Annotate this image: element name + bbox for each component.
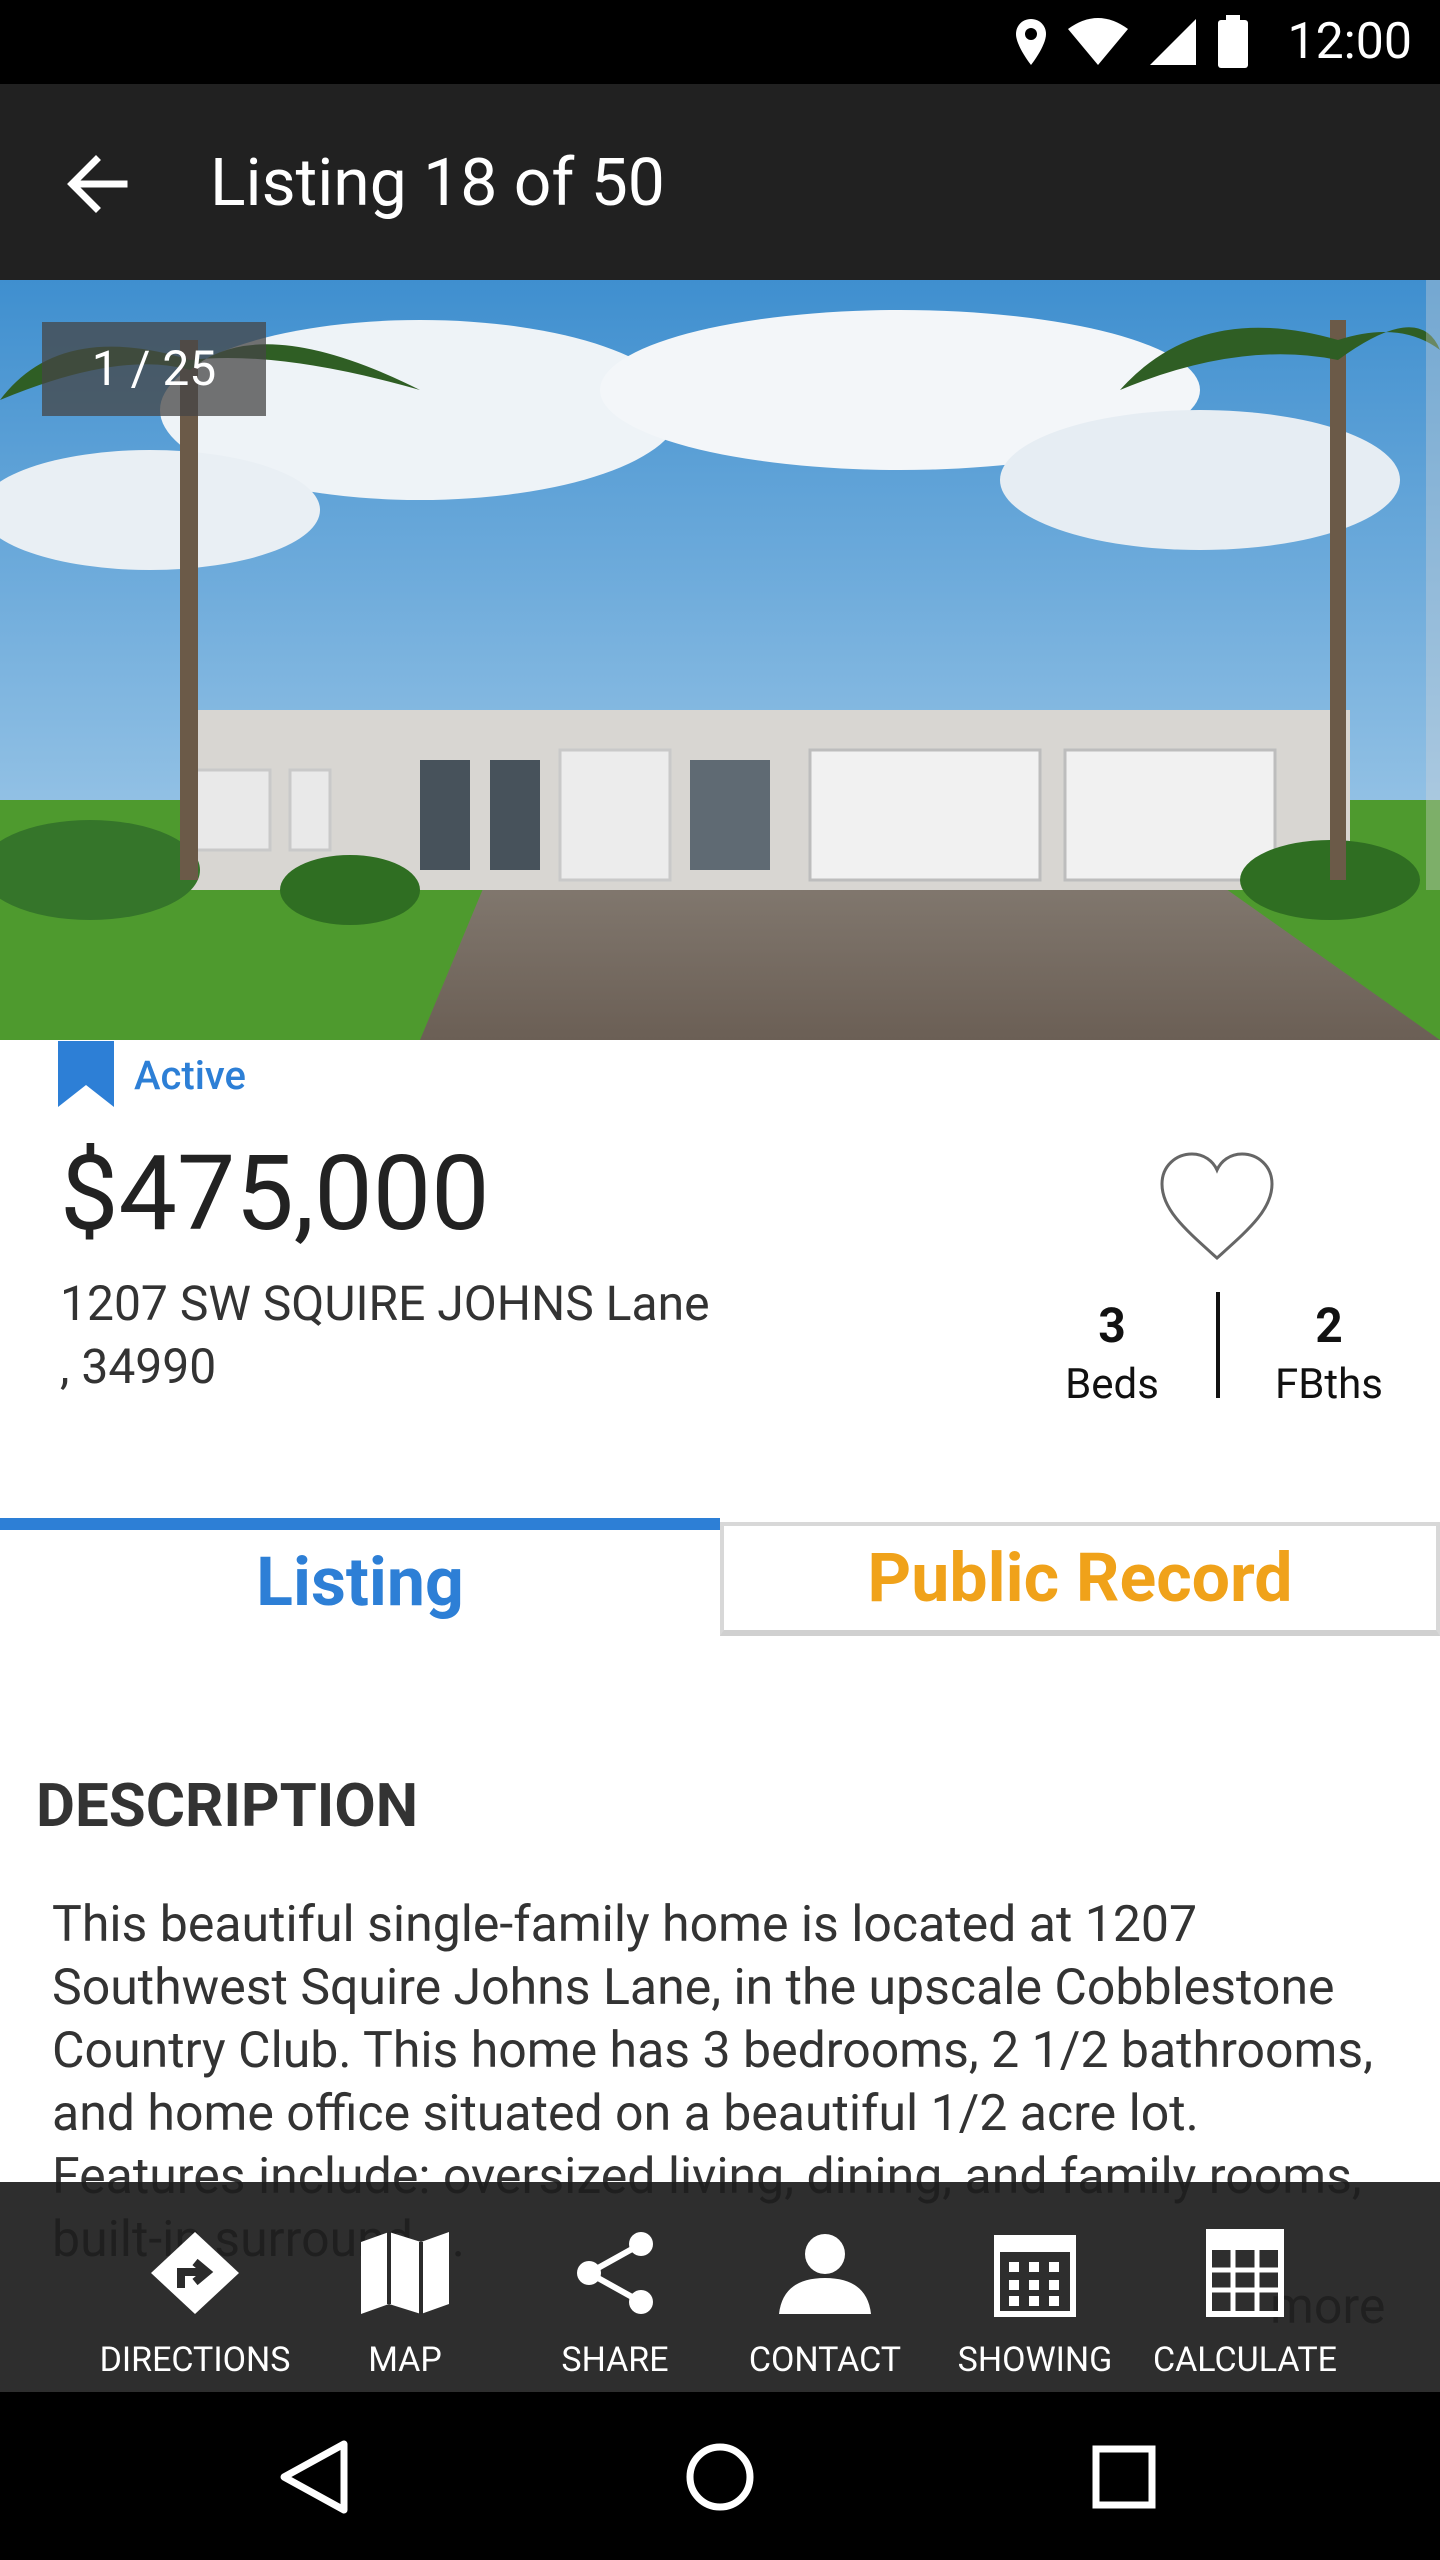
address-line-1: 1207 SW SQUIRE JOHNS Lane <box>60 1275 710 1332</box>
status-label: Active <box>134 1051 246 1099</box>
signal-icon <box>1150 19 1196 65</box>
calculator-icon <box>1206 2229 1284 2317</box>
action-bar: DIRECTIONS MAP SHARE CONTACT SHOWING CAL… <box>0 2182 1440 2392</box>
status-time: 12:00 <box>1287 13 1412 71</box>
tab-bar: Listing Public Record <box>0 1518 1440 1638</box>
photo-counter: 1 / 25 <box>42 322 266 416</box>
map-label: MAP <box>368 2340 442 2380</box>
beds-stat: 3 Beds <box>1048 1296 1176 1414</box>
battery-icon <box>1218 15 1248 68</box>
baths-label: FBths <box>1275 1360 1383 1409</box>
status-icons <box>1014 14 1250 70</box>
directions-icon <box>151 2232 239 2314</box>
directions-button[interactable]: DIRECTIONS <box>88 2182 302 2392</box>
wifi-icon <box>1068 18 1128 65</box>
nav-back-icon[interactable] <box>266 2432 366 2522</box>
beds-label: Beds <box>1065 1360 1159 1409</box>
calendar-icon <box>994 2235 1076 2317</box>
nav-home-icon[interactable] <box>670 2432 770 2522</box>
share-label: SHARE <box>561 2340 669 2380</box>
calculate-button[interactable]: CALCULATE <box>1142 2182 1348 2392</box>
favorite-heart-icon[interactable] <box>1156 1150 1278 1266</box>
address-line-2: , 34990 <box>60 1338 217 1395</box>
map-button[interactable]: MAP <box>302 2182 508 2392</box>
baths-stat: 2 FBths <box>1254 1296 1404 1414</box>
calculate-label: CALCULATE <box>1153 2340 1337 2380</box>
description-title: DESCRIPTION <box>36 1770 419 1841</box>
bookmark-icon <box>58 1041 114 1107</box>
tab-listing[interactable]: Listing <box>0 1518 720 1636</box>
page-title: Listing 18 of 50 <box>210 145 665 222</box>
share-button[interactable]: SHARE <box>508 2182 722 2392</box>
contact-button[interactable]: CONTACT <box>722 2182 928 2392</box>
contact-label: CONTACT <box>748 2340 902 2380</box>
status-bar: 12:00 <box>0 0 1440 84</box>
baths-value: 2 <box>1315 1297 1343 1354</box>
map-icon <box>361 2232 449 2314</box>
system-nav-bar <box>0 2392 1440 2560</box>
location-icon <box>1016 19 1046 65</box>
listing-status: Active <box>56 1040 246 1110</box>
beds-value: 3 <box>1098 1297 1126 1354</box>
showing-label: SHOWING <box>957 2340 1113 2380</box>
contact-icon <box>779 2234 871 2314</box>
stat-divider <box>1216 1292 1220 1398</box>
arrow-back-icon[interactable] <box>56 142 140 226</box>
share-icon <box>577 2232 653 2314</box>
directions-label: DIRECTIONS <box>99 2340 291 2380</box>
showing-button[interactable]: SHOWING <box>928 2182 1142 2392</box>
tab-public-record[interactable]: Public Record <box>720 1522 1440 1636</box>
nav-recents-icon[interactable] <box>1074 2432 1174 2522</box>
app-bar: Listing 18 of 50 <box>0 84 1440 280</box>
listing-price: $475,000 <box>60 1134 490 1255</box>
